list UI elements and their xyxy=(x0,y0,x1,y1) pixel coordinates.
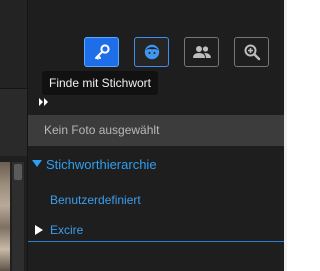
keyword-search-button[interactable] xyxy=(84,37,119,67)
section-title: Stichworthierarchie xyxy=(46,156,157,172)
collapse-panel-button[interactable] xyxy=(38,96,50,108)
tree-item-benutzerdefiniert[interactable]: Benutzerdefiniert xyxy=(28,189,284,211)
people-icon xyxy=(192,46,211,58)
left-panel xyxy=(0,0,28,271)
double-chevron-right-icon xyxy=(39,98,48,106)
zoom-in-icon xyxy=(244,44,260,61)
app-window: Finde mit Stichwort Kein Foto ausgewählt… xyxy=(0,0,284,271)
left-panel-top xyxy=(0,0,27,88)
face-icon xyxy=(144,44,159,60)
tree-item-label: Excire xyxy=(50,223,84,237)
status-bar: Kein Foto ausgewählt xyxy=(28,115,284,146)
keyword-hierarchy-header[interactable]: Stichworthierarchie xyxy=(28,151,284,177)
photo-thumbnail[interactable] xyxy=(0,162,10,271)
scrollbar[interactable] xyxy=(12,162,24,271)
triangle-right-icon[interactable] xyxy=(34,225,44,235)
face-search-button[interactable] xyxy=(134,37,169,67)
scrollbar-thumb[interactable] xyxy=(14,164,22,180)
key-icon xyxy=(94,44,110,60)
selection-underline xyxy=(28,241,284,242)
left-panel-divider-row xyxy=(0,88,27,158)
window-edge xyxy=(284,0,287,271)
tree-item-label: Benutzerdefiniert xyxy=(50,193,141,207)
triangle-down-icon xyxy=(32,159,42,169)
people-search-button[interactable] xyxy=(184,37,219,67)
tree-item-excire[interactable]: Excire xyxy=(28,219,284,241)
similar-search-button[interactable] xyxy=(234,37,269,67)
tooltip: Finde mit Stichwort xyxy=(42,71,158,95)
